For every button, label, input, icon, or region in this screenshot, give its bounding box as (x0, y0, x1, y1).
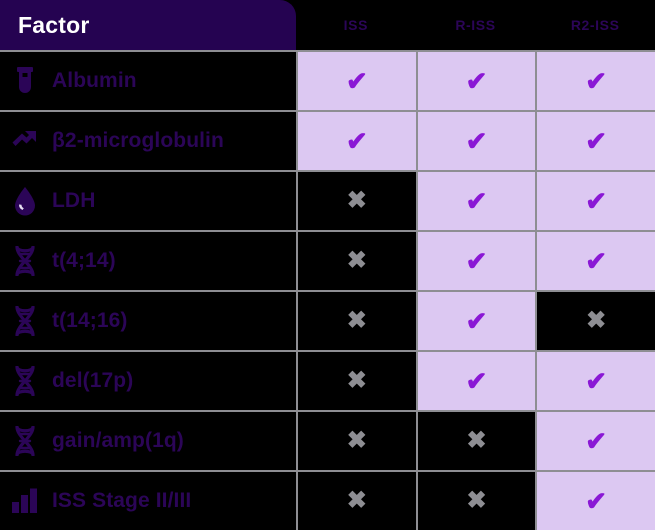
cell-factor: ISS Stage II/III (0, 472, 296, 530)
table-header-row: Factor ISS R-ISS R2-ISS (0, 0, 655, 50)
cell-factor: del(17p) (0, 352, 296, 410)
header-r2iss-label: R2-ISS (570, 17, 620, 33)
cell-riss[interactable]: ✔ (415, 172, 536, 230)
check-icon: ✔ (345, 66, 368, 96)
check-icon: ✔ (585, 486, 608, 516)
dna-icon (10, 306, 40, 336)
cell-r2iss[interactable]: ✔ (535, 52, 655, 110)
cross-icon: ✖ (346, 307, 367, 334)
header-iss-label: ISS (343, 17, 369, 33)
cell-iss[interactable]: ✔ (296, 52, 416, 110)
factor-label: gain/amp(1q) (52, 429, 184, 452)
cross-icon: ✖ (346, 187, 367, 214)
header-cell-iss: ISS (296, 0, 416, 50)
cell-factor: Albumin (0, 52, 296, 110)
check-icon: ✔ (585, 366, 608, 396)
factor-label: Albumin (52, 69, 137, 92)
trending-up-icon (10, 126, 40, 156)
cross-icon: ✖ (586, 307, 607, 334)
cross-icon: ✖ (346, 367, 367, 394)
cell-iss[interactable]: ✖ (296, 472, 416, 530)
cross-icon: ✖ (346, 427, 367, 454)
dna-icon (10, 366, 40, 396)
table-row: β2-microglobulin ✔ ✔ ✔ (0, 110, 655, 170)
check-icon: ✔ (585, 186, 608, 216)
cell-iss[interactable]: ✖ (296, 352, 416, 410)
check-icon: ✔ (585, 426, 608, 456)
cell-r2iss[interactable]: ✔ (535, 172, 655, 230)
factor-label: LDH (52, 189, 96, 212)
table-row: LDH ✖ ✔ ✔ (0, 170, 655, 230)
cell-iss[interactable]: ✖ (296, 232, 416, 290)
cell-riss[interactable]: ✔ (415, 232, 536, 290)
check-icon: ✔ (465, 366, 488, 396)
cell-r2iss[interactable]: ✔ (535, 412, 655, 470)
check-icon: ✔ (465, 66, 488, 96)
table-row: Albumin ✔ ✔ ✔ (0, 50, 655, 110)
cell-riss[interactable]: ✖ (415, 472, 536, 530)
dna-icon (10, 426, 40, 456)
bar-chart-icon (10, 486, 40, 516)
table-row: ISS Stage II/III ✖ ✖ ✔ (0, 470, 655, 530)
factor-label: del(17p) (52, 369, 134, 392)
header-factor-label: Factor (18, 11, 90, 38)
cell-r2iss[interactable]: ✔ (535, 112, 655, 170)
factor-label: t(14;16) (52, 309, 128, 332)
cross-icon: ✖ (346, 487, 367, 514)
check-icon: ✔ (465, 306, 488, 336)
cell-riss[interactable]: ✖ (415, 412, 536, 470)
header-cell-r2iss: R2-ISS (535, 0, 655, 50)
cell-riss[interactable]: ✔ (415, 352, 536, 410)
cell-r2iss[interactable]: ✔ (535, 232, 655, 290)
cell-factor: LDH (0, 172, 296, 230)
staging-comparison-table: Factor ISS R-ISS R2-ISS Albumin ✔ ✔ ✔ β2-mic… (0, 0, 655, 530)
cell-iss[interactable]: ✖ (296, 412, 416, 470)
cell-r2iss[interactable]: ✔ (535, 352, 655, 410)
cross-icon: ✖ (346, 247, 367, 274)
cross-icon: ✖ (466, 427, 487, 454)
cell-riss[interactable]: ✔ (415, 292, 536, 350)
header-riss-label: R-ISS (455, 17, 496, 33)
cell-factor: gain/amp(1q) (0, 412, 296, 470)
cell-factor: t(14;16) (0, 292, 296, 350)
table-row: t(4;14) ✖ ✔ ✔ (0, 230, 655, 290)
blood-drop-icon (10, 186, 40, 216)
check-icon: ✔ (465, 186, 488, 216)
cell-r2iss[interactable]: ✖ (535, 292, 655, 350)
check-icon: ✔ (465, 246, 488, 276)
table-row: del(17p) ✖ ✔ ✔ (0, 350, 655, 410)
factor-label: β2-microglobulin (52, 129, 224, 152)
cell-iss[interactable]: ✔ (296, 112, 416, 170)
header-cell-factor: Factor (0, 0, 296, 50)
cell-riss[interactable]: ✔ (415, 112, 536, 170)
cell-iss[interactable]: ✖ (296, 172, 416, 230)
header-cell-riss: R-ISS (415, 0, 536, 50)
check-icon: ✔ (465, 126, 488, 156)
factor-label: t(4;14) (52, 249, 116, 272)
check-icon: ✔ (585, 246, 608, 276)
cross-icon: ✖ (466, 487, 487, 514)
table-body: Albumin ✔ ✔ ✔ β2-microglobulin ✔ ✔ ✔ LDH ✖ ✔ ✔ t(4;1… (0, 50, 655, 530)
test-tube-icon (10, 66, 40, 96)
check-icon: ✔ (585, 126, 608, 156)
cell-riss[interactable]: ✔ (415, 52, 536, 110)
table-row: gain/amp(1q) ✖ ✖ ✔ (0, 410, 655, 470)
cell-factor: β2-microglobulin (0, 112, 296, 170)
check-icon: ✔ (585, 66, 608, 96)
cell-factor: t(4;14) (0, 232, 296, 290)
check-icon: ✔ (345, 126, 368, 156)
factor-label: ISS Stage II/III (52, 489, 192, 512)
cell-iss[interactable]: ✖ (296, 292, 416, 350)
cell-r2iss[interactable]: ✔ (535, 472, 655, 530)
dna-icon (10, 246, 40, 276)
table-row: t(14;16) ✖ ✔ ✖ (0, 290, 655, 350)
